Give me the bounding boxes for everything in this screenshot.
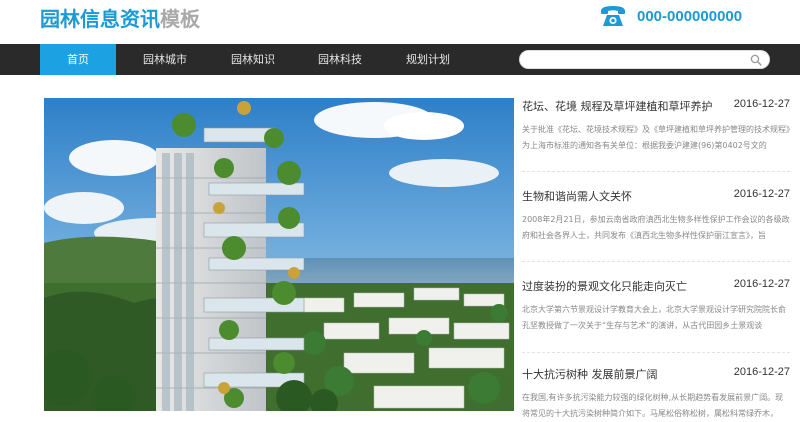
- search-input[interactable]: [530, 52, 740, 68]
- logo-secondary-text: 模板: [160, 7, 200, 31]
- header: 园林信息资讯模板 000-000000000: [0, 0, 800, 44]
- hero-image[interactable]: [44, 98, 514, 411]
- nav-item-garden-tech[interactable]: 园林科技: [303, 44, 377, 75]
- news-date: 2016-12-27: [733, 188, 790, 200]
- news-date: 2016-12-27: [733, 98, 790, 110]
- news-title[interactable]: 十大抗污树种 发展前景广阔: [522, 366, 712, 382]
- news-summary: 在我国,有许多抗污染能力较强的绿化树种,从长期趋势看发展前景广阔。现将常见的十大…: [522, 393, 784, 418]
- nav-item-garden-city[interactable]: 园林城市: [128, 44, 202, 75]
- building-illustration: [44, 98, 514, 411]
- logo-primary-text: 园林信息资讯: [40, 7, 160, 31]
- news-divider: [522, 261, 790, 262]
- news-title[interactable]: 生物和谐尚需人文关怀: [522, 188, 712, 204]
- phone-number: 000-000000000: [637, 8, 743, 25]
- search-box: [519, 50, 770, 69]
- news-divider: [522, 171, 790, 172]
- news-date: 2016-12-27: [733, 366, 790, 378]
- phone-icon: [601, 6, 625, 26]
- news-summary: 北京大学第六节景观设计学教育大会上，北京大学景观设计学研究院院长俞孔坚教授做了一…: [522, 305, 786, 330]
- nav-item-home[interactable]: 首页: [40, 44, 116, 75]
- news-summary: 关于批准《花坛、花境技术规程》及《草坪建植和草坪养护管理的技术规程》为上海市标准…: [522, 125, 790, 150]
- news-title[interactable]: 花坛、花境 规程及草坪建植和草坪养护...: [522, 98, 712, 114]
- news-summary: 2008年2月21日，参加云南省政府滇西北生物多样性保护工作会议的各级政府和社会…: [522, 215, 790, 240]
- search-icon[interactable]: [750, 54, 762, 66]
- nav-item-planning[interactable]: 规划计划: [391, 44, 465, 75]
- news-title[interactable]: 过度装扮的景观文化只能走向灭亡: [522, 278, 712, 294]
- news-date: 2016-12-27: [733, 278, 790, 290]
- nav-item-garden-knowledge[interactable]: 园林知识: [216, 44, 290, 75]
- news-divider: [522, 352, 790, 353]
- site-logo[interactable]: 园林信息资讯模板: [40, 3, 200, 32]
